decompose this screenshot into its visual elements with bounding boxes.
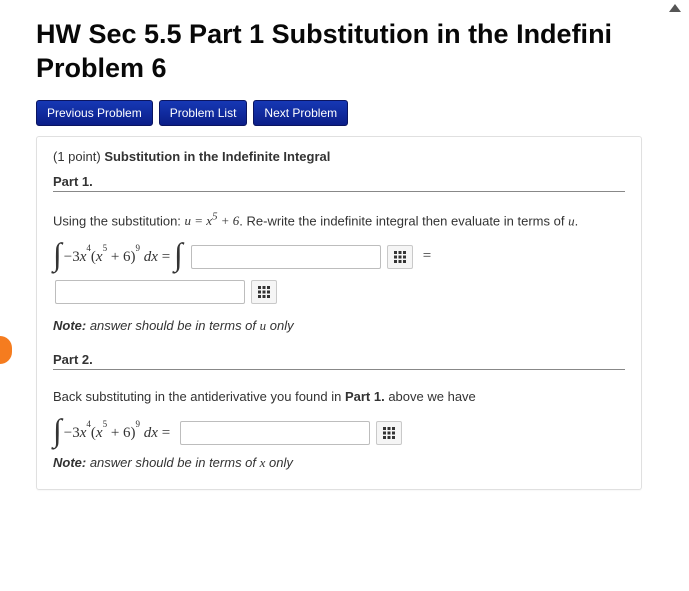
part1-note-text: answer should be in terms of xyxy=(86,318,259,333)
part2-result-input[interactable] xyxy=(180,421,370,445)
part2-rule xyxy=(53,369,625,370)
part1-result-row xyxy=(55,280,625,304)
part1-equals: = xyxy=(423,248,431,265)
part1-instructions: Using the substitution: u = x5 + 6. Re-w… xyxy=(53,210,625,231)
part2-note-tail: only xyxy=(265,455,292,470)
part2-note-text: answer should be in terms of xyxy=(86,455,259,470)
keypad-icon xyxy=(258,286,270,298)
part2-intro-after: above we have xyxy=(385,389,476,404)
part2-note: Note: answer should be in terms of x onl… xyxy=(53,455,625,471)
part2-instructions: Back substituting in the antiderivative … xyxy=(53,388,625,406)
nav-buttons: Previous Problem Problem List Next Probl… xyxy=(36,100,681,126)
points-prefix: (1 point) xyxy=(53,149,104,164)
part2-note-label: Note: xyxy=(53,455,86,470)
problem-panel: (1 point) Substitution in the Indefinite… xyxy=(36,136,642,491)
keypad-icon xyxy=(394,251,406,263)
part2-intro-before: Back substituting in the antiderivative … xyxy=(53,389,345,404)
scroll-up-indicator[interactable] xyxy=(669,4,681,12)
part2-lhs-integral: ∫−3x4(x5 + 6)9 dx = xyxy=(53,420,174,446)
part2-intro-bold: Part 1. xyxy=(345,389,385,404)
part1-substitution: u = x5 + 6 xyxy=(185,213,240,228)
points-topic: Substitution in the Indefinite Integral xyxy=(104,149,330,164)
part1-note-tail: only xyxy=(266,318,293,333)
keypad-button-p2[interactable] xyxy=(376,421,402,445)
keypad-button-p1b[interactable] xyxy=(251,280,277,304)
part1-result-input[interactable] xyxy=(55,280,245,304)
previous-problem-button[interactable]: Previous Problem xyxy=(36,100,153,126)
part2-heading: Part 2. xyxy=(53,352,625,367)
part1-intro-after: . Re-write the indefinite integral then … xyxy=(239,213,568,228)
next-problem-button[interactable]: Next Problem xyxy=(253,100,348,126)
part1-lhs-integral: ∫−3x4(x5 + 6)9 dx = ∫ xyxy=(53,244,185,270)
problem-number: Problem 6 xyxy=(36,53,167,83)
assignment-title: HW Sec 5.5 Part 1 Substitution in the In… xyxy=(36,19,612,49)
part1-intro-before: Using the substitution: xyxy=(53,213,185,228)
part1-note-label: Note: xyxy=(53,318,86,333)
points-line: (1 point) Substitution in the Indefinite… xyxy=(53,149,625,164)
part1-intro-period: . xyxy=(575,213,579,228)
page-content: HW Sec 5.5 Part 1 Substitution in the In… xyxy=(0,0,689,510)
keypad-button-p1a[interactable] xyxy=(387,245,413,269)
problem-list-button[interactable]: Problem List xyxy=(159,100,248,126)
part1-equation-row: ∫−3x4(x5 + 6)9 dx = ∫ = xyxy=(53,244,625,270)
keypad-icon xyxy=(383,427,395,439)
part2-equation-row: ∫−3x4(x5 + 6)9 dx = xyxy=(53,420,625,446)
page-title: HW Sec 5.5 Part 1 Substitution in the In… xyxy=(36,18,681,86)
part1-integrand-input[interactable] xyxy=(191,245,381,269)
part1-rule xyxy=(53,191,625,192)
part1-heading: Part 1. xyxy=(53,174,625,189)
part1-note: Note: answer should be in terms of u onl… xyxy=(53,318,625,334)
